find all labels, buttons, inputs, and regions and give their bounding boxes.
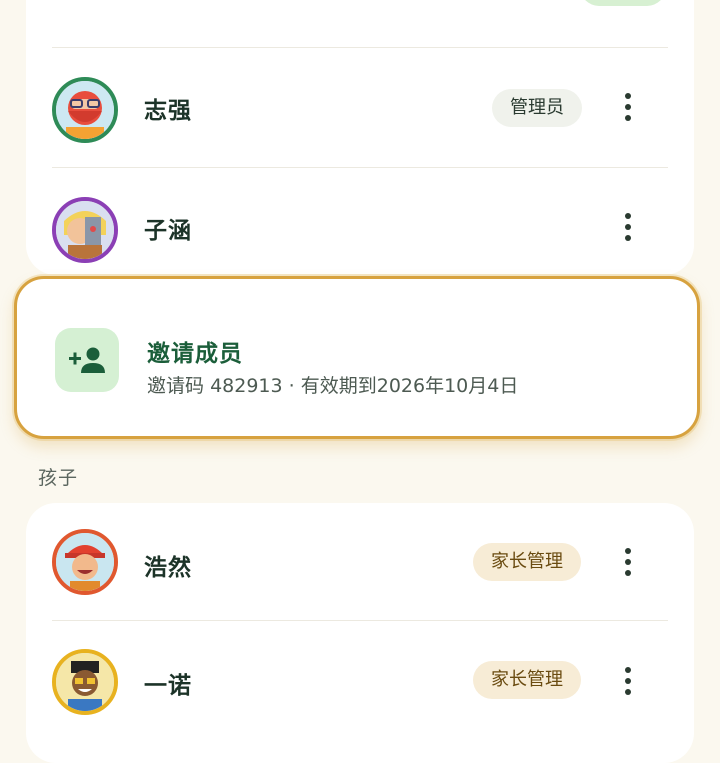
- avatar: [52, 197, 118, 263]
- more-options-icon[interactable]: [616, 661, 640, 701]
- member-name: 子涵: [144, 218, 192, 244]
- member-row[interactable]: 子涵: [26, 168, 694, 286]
- avatar: [52, 77, 118, 143]
- children-card: 浩然 家长管理 一诺 家长管理: [26, 503, 694, 763]
- invite-code-info: 邀请码 482913 · 有效期到2026年10月4日: [147, 371, 518, 398]
- invite-validity: 有效期到2026年10月4日: [300, 375, 519, 397]
- role-badge-parent: 家长管理: [473, 661, 581, 699]
- avatar: [52, 529, 118, 595]
- child-name: 浩然: [144, 555, 192, 581]
- more-options-icon[interactable]: [616, 542, 640, 582]
- more-options-icon[interactable]: [616, 87, 640, 127]
- role-badge-parent: 家长管理: [473, 543, 581, 581]
- more-options-icon[interactable]: [616, 207, 640, 247]
- members-card: 志强 管理员 子涵: [26, 0, 694, 275]
- role-badge-admin: 管理员: [492, 89, 582, 127]
- child-row[interactable]: 浩然 家长管理: [26, 503, 694, 621]
- person-add-icon: [55, 328, 119, 392]
- invite-code-label: 邀请码: [147, 375, 205, 397]
- invite-code: 482913: [210, 375, 283, 397]
- avatar: [52, 649, 118, 715]
- invite-member-card[interactable]: 邀请成员 邀请码 482913 · 有效期到2026年10月4日: [14, 276, 700, 439]
- separator: ·: [288, 375, 295, 397]
- child-row[interactable]: 一诺 家长管理: [26, 621, 694, 739]
- member-row[interactable]: 志强 管理员: [26, 48, 694, 166]
- invite-title: 邀请成员: [147, 341, 243, 367]
- child-name: 一诺: [144, 673, 192, 699]
- member-name: 志强: [144, 98, 192, 124]
- section-title-children: 孩子: [38, 467, 79, 489]
- role-badge: [580, 0, 666, 6]
